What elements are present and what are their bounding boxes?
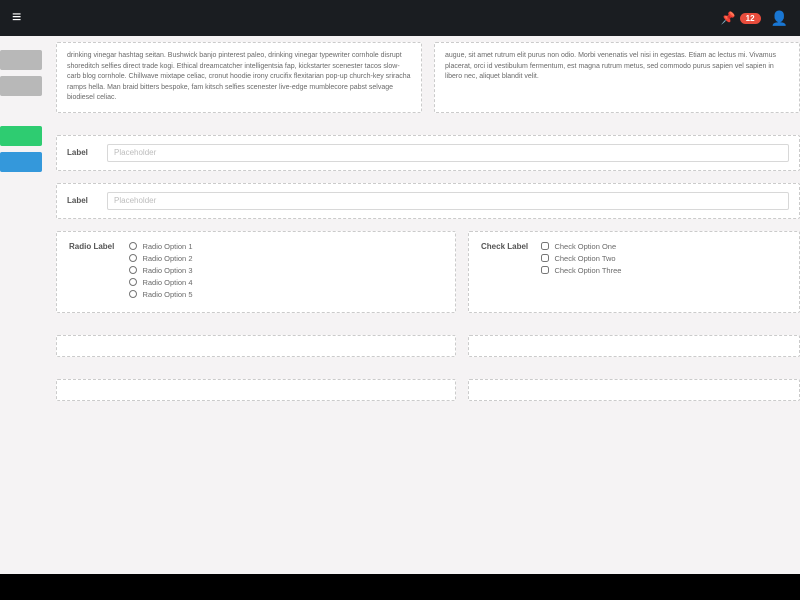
radio-group-label: Radio Label	[69, 242, 125, 251]
topbar: ≡ 📌 12 👤	[0, 0, 800, 36]
radio-label: Radio Option 5	[142, 290, 192, 299]
radio-option[interactable]: Radio Option 1	[129, 242, 192, 251]
radio-option[interactable]: Radio Option 4	[129, 278, 192, 287]
radio-input[interactable]	[129, 290, 137, 298]
topbar-left: ≡	[12, 10, 21, 26]
user-icon[interactable]: 👤	[771, 10, 788, 27]
empty-row-1	[56, 335, 800, 367]
sidebar-button-1[interactable]	[0, 50, 42, 70]
radio-input[interactable]	[129, 242, 137, 250]
radio-option[interactable]: Radio Option 2	[129, 254, 192, 263]
radio-panel: Radio Label Radio Option 1 Radio Option …	[56, 231, 456, 313]
sidebar-button-green[interactable]	[0, 126, 42, 146]
radio-input[interactable]	[129, 278, 137, 286]
sidebar-button-2[interactable]	[0, 76, 42, 96]
radio-label: Radio Option 3	[142, 266, 192, 275]
check-option[interactable]: Check Option Two	[541, 254, 621, 263]
text-input-1[interactable]	[107, 144, 789, 162]
empty-panel	[56, 335, 456, 357]
form-panel-1: Label	[56, 135, 800, 171]
pin-icon: 📌	[721, 11, 736, 25]
check-label: Check Option Three	[554, 266, 621, 275]
radio-option[interactable]: Radio Option 3	[129, 266, 192, 275]
sidebar	[0, 36, 46, 172]
radio-input[interactable]	[129, 266, 137, 274]
check-option[interactable]: Check Option One	[541, 242, 621, 251]
check-options: Check Option One Check Option Two Check …	[541, 242, 621, 278]
radio-label: Radio Option 2	[142, 254, 192, 263]
check-input[interactable]	[541, 254, 549, 262]
field-label-1: Label	[67, 148, 97, 157]
radio-option[interactable]: Radio Option 5	[129, 290, 192, 299]
sidebar-button-blue[interactable]	[0, 152, 42, 172]
topbar-right: 📌 12 👤	[721, 10, 788, 27]
check-input[interactable]	[541, 266, 549, 274]
empty-panel	[468, 335, 800, 357]
check-label: Check Option Two	[554, 254, 615, 263]
check-label: Check Option One	[554, 242, 616, 251]
radio-input[interactable]	[129, 254, 137, 262]
radio-label: Radio Option 1	[142, 242, 192, 251]
notification-badge: 12	[740, 13, 761, 24]
lorem-text-right: augue, sit amet rutrum elit purus non od…	[445, 51, 789, 83]
menu-icon[interactable]: ≡	[12, 10, 21, 26]
field-label-2: Label	[67, 196, 97, 205]
radio-label: Radio Option 4	[142, 278, 192, 287]
check-option[interactable]: Check Option Three	[541, 266, 621, 275]
empty-row-2	[56, 379, 800, 411]
text-input-2[interactable]	[107, 192, 789, 210]
text-panel-left: drinking vinegar hashtag seitan. Bushwic…	[56, 42, 422, 113]
text-panels-row: drinking vinegar hashtag seitan. Bushwic…	[56, 42, 800, 123]
content-area: drinking vinegar hashtag seitan. Bushwic…	[56, 36, 800, 572]
check-panel: Check Label Check Option One Check Optio…	[468, 231, 800, 313]
empty-panel	[56, 379, 456, 401]
check-group-label: Check Label	[481, 242, 537, 251]
empty-panel	[468, 379, 800, 401]
check-input[interactable]	[541, 242, 549, 250]
radio-options: Radio Option 1 Radio Option 2 Radio Opti…	[129, 242, 192, 302]
text-panel-right: augue, sit amet rutrum elit purus non od…	[434, 42, 800, 113]
options-row: Radio Label Radio Option 1 Radio Option …	[56, 231, 800, 323]
notification-group[interactable]: 📌 12	[721, 11, 761, 25]
lorem-text-left: drinking vinegar hashtag seitan. Bushwic…	[67, 51, 411, 104]
form-panel-2: Label	[56, 183, 800, 219]
bottom-bar	[0, 574, 800, 600]
